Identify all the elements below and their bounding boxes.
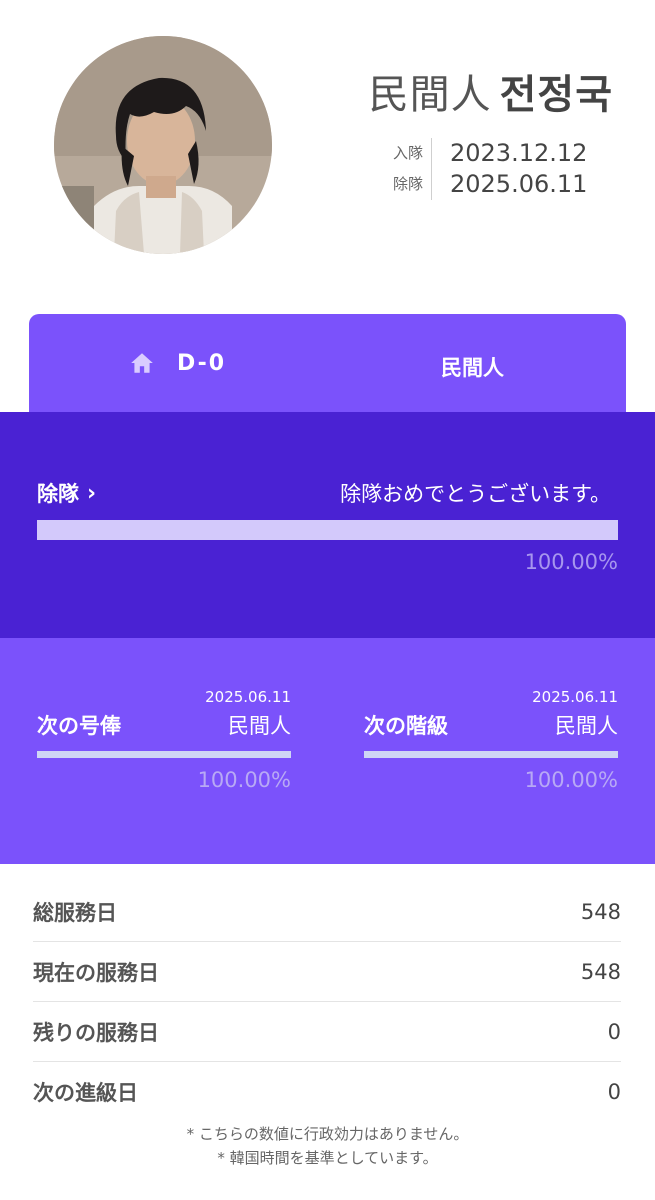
stat-row-next-promotion: 次の進級日 0	[33, 1062, 621, 1122]
name-prefix: 民間人	[368, 72, 492, 118]
rank-progress-bar	[37, 751, 291, 758]
rank-date: 2025.06.11	[532, 688, 618, 706]
discharge-title: 除隊	[37, 482, 79, 506]
stat-label: 次の進級日	[33, 1081, 138, 1105]
rank-percent: 100.00%	[197, 768, 291, 792]
chevron-right-icon: ›	[87, 480, 97, 506]
stat-value: 548	[580, 899, 621, 924]
dday-label: D-0	[177, 350, 227, 376]
rank-percent: 100.00%	[524, 768, 618, 792]
discharge-progress-bar	[37, 520, 618, 540]
next-rank: 2025.06.11 次の階級 民間人 100.00%	[364, 638, 618, 864]
enlist-date: 2023.12.12	[450, 139, 588, 167]
stat-row-remaining: 残りの服務日 0	[33, 1002, 621, 1062]
discharge-percent: 100.00%	[524, 550, 618, 574]
rank-section: 2025.06.11 次の号俸 民間人 100.00% 2025.06.11 次…	[0, 638, 655, 864]
date-values: 2023.12.12 2025.06.11	[450, 138, 587, 200]
avatar-photo	[54, 36, 272, 254]
next-pay-grade: 2025.06.11 次の号俸 民間人 100.00%	[37, 638, 291, 864]
rank-value: 民間人	[228, 714, 291, 738]
rank-progress-fill	[37, 751, 291, 758]
rank-progress-fill	[364, 751, 618, 758]
stat-value: 548	[580, 959, 621, 984]
stat-label: 総服務日	[33, 900, 117, 925]
date-labels: 入隊 除隊	[388, 138, 432, 200]
rank-label: 次の階級	[364, 714, 448, 738]
discharge-progress-fill	[37, 520, 618, 540]
avatar	[54, 36, 272, 254]
rank-date: 2025.06.11	[205, 688, 291, 706]
home-icon	[131, 353, 153, 373]
stat-value: 0	[607, 1019, 621, 1044]
tab-dday[interactable]: D-0	[129, 350, 226, 376]
footnote-timezone: * 韓国時間を基準としています。	[217, 1149, 438, 1167]
tab-status[interactable]: 民間人	[441, 352, 504, 382]
stat-row-current: 現在の服務日 548	[33, 942, 621, 1002]
rank-value: 民間人	[555, 714, 618, 738]
stat-value: 0	[607, 1080, 621, 1104]
stat-row-total: 総服務日 548	[33, 882, 621, 942]
tab-bar: D-0 民間人	[29, 314, 626, 412]
service-stats: 総服務日 548 現在の服務日 548 残りの服務日 0 次の進級日 0	[33, 882, 621, 1122]
discharge-message: 除隊おめでとうございます。	[340, 482, 611, 506]
footnotes: * こちらの数値に行政効力はありません。 * 韓国時間を基準としています。	[0, 1122, 655, 1170]
discharge-section: 除隊 › 除隊おめでとうございます。 100.00%	[0, 412, 655, 638]
discharge-date: 2025.06.11	[450, 170, 588, 198]
footnote-disclaimer: * こちらの数値に行政効力はありません。	[186, 1125, 469, 1143]
rank-progress-bar	[364, 751, 618, 758]
name-main: 전정국	[499, 72, 613, 118]
rank-label: 次の号俸	[37, 714, 121, 738]
enlist-label: 入隊	[392, 144, 423, 162]
discharge-link[interactable]: 除隊 ›	[37, 478, 96, 508]
service-dates: 入隊 除隊 2023.12.12 2025.06.11	[388, 138, 618, 202]
stat-label: 残りの服務日	[33, 1020, 159, 1045]
discharge-label: 除隊	[392, 175, 423, 193]
user-name: 民間人 전정국	[369, 62, 613, 120]
stat-label: 現在の服務日	[33, 960, 159, 985]
